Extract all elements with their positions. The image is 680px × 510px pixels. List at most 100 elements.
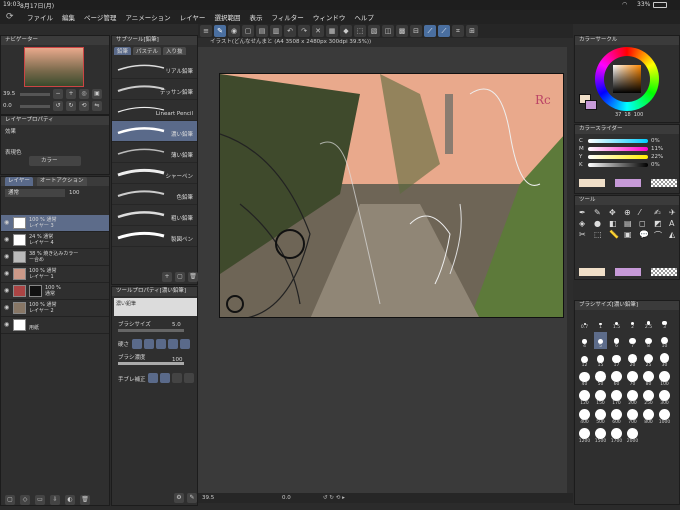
brush-size-option[interactable]: 8: [642, 332, 655, 349]
airbrush-icon[interactable]: ✈: [669, 208, 680, 217]
cmyk-row[interactable]: C 0%: [579, 137, 677, 145]
brush-size-option[interactable]: 70: [626, 370, 639, 387]
eraser-icon[interactable]: ◈: [579, 219, 592, 228]
brush-size-option[interactable]: 1500: [594, 427, 607, 444]
brush-tool-icon[interactable]: ✍: [654, 208, 667, 217]
show-selection-icon[interactable]: ▩: [396, 25, 408, 37]
eye-icon[interactable]: ◉: [4, 220, 10, 226]
brush-size-option[interactable]: 1000: [658, 408, 671, 425]
brush-size-option[interactable]: 100: [658, 370, 671, 387]
menu-icon[interactable]: ≡: [200, 25, 212, 37]
blend-mode-select[interactable]: 通常: [5, 189, 65, 197]
fill-tool-icon[interactable]: ◧: [609, 219, 622, 228]
reset-rotate-icon[interactable]: ⟲: [79, 101, 89, 111]
shape-tool-icon[interactable]: ◻: [639, 219, 652, 228]
lasso-icon[interactable]: ✂: [579, 230, 592, 241]
brush-size-option[interactable]: 17: [610, 351, 623, 368]
pen-tool-icon[interactable]: ✒: [579, 208, 592, 217]
stabilization-steps[interactable]: [148, 373, 194, 383]
menu-view[interactable]: 表示: [249, 12, 262, 22]
brush-item[interactable]: 製図ペン: [112, 226, 197, 247]
new-vector-layer-icon[interactable]: ◇: [20, 495, 30, 505]
eye-icon[interactable]: ◉: [4, 271, 10, 277]
brush-size-option[interactable]: 120: [578, 389, 591, 406]
canvas-scrollbar[interactable]: [567, 38, 573, 493]
invert-selection-icon[interactable]: ◫: [382, 25, 394, 37]
brush-item[interactable]: 粗い鉛筆: [112, 205, 197, 226]
eye-icon[interactable]: ◉: [4, 254, 10, 260]
brush-size-option[interactable]: 1700: [610, 427, 623, 444]
layer-row[interactable]: ◉ 用紙: [1, 317, 109, 334]
correction-icon[interactable]: ⌒: [654, 230, 667, 241]
brush-item[interactable]: デッサン鉛筆: [112, 79, 197, 100]
layer-row[interactable]: ◉ 24 % 通常 レイヤー 4: [1, 232, 109, 249]
display-icon[interactable]: ◉: [228, 25, 240, 37]
brush-size-option[interactable]: 300: [658, 389, 671, 406]
sub-color-swatch[interactable]: [585, 100, 597, 110]
app-logo-icon[interactable]: ⟳: [6, 12, 18, 22]
brush-size-option[interactable]: 1200: [578, 427, 591, 444]
blend-tool-icon[interactable]: ●: [594, 219, 607, 228]
fit-icon[interactable]: ◎: [79, 89, 89, 99]
brush-size-option[interactable]: 150: [594, 389, 607, 406]
frame-icon[interactable]: ▣: [624, 230, 637, 241]
brush-size-value[interactable]: 5.0: [172, 322, 181, 328]
special-ruler-snap-icon[interactable]: ⟋: [438, 25, 450, 37]
menu-selection[interactable]: 選択範囲: [214, 12, 240, 22]
transform-icon[interactable]: ⬚: [354, 25, 366, 37]
artwork-canvas[interactable]: Rc: [219, 73, 564, 318]
brush-item[interactable]: 薄い鉛筆: [112, 142, 197, 163]
ruler-tool-icon[interactable]: 📏: [609, 230, 622, 241]
canvas-zoom-value[interactable]: 39.5: [202, 495, 214, 501]
opacity-value[interactable]: 100: [69, 190, 80, 196]
layer-row[interactable]: ◉ 100 % 通常 レイヤー 3: [1, 215, 109, 232]
hue-ring[interactable]: [595, 47, 659, 111]
brush-size-option[interactable]: 4: [578, 332, 591, 349]
density-slider[interactable]: [118, 362, 184, 365]
eye-icon[interactable]: ◉: [4, 322, 10, 328]
layer-row[interactable]: ◉ 100 % 通常: [1, 283, 109, 300]
brush-size-option[interactable]: 50: [594, 370, 607, 387]
layer-row[interactable]: ◉ 100 % 通常 レイヤー 1: [1, 266, 109, 283]
brush-size-option[interactable]: 12: [578, 351, 591, 368]
brush-size-option[interactable]: 400: [578, 408, 591, 425]
brush-size-option[interactable]: 200: [626, 389, 639, 406]
menu-page[interactable]: ページ管理: [84, 12, 116, 22]
ruler-icon[interactable]: ⊞: [466, 25, 478, 37]
brush-size-option[interactable]: 1: [594, 313, 607, 330]
save-icon[interactable]: ▥: [270, 25, 282, 37]
tab-auto-action[interactable]: オートアクション: [36, 177, 87, 186]
selection-icon[interactable]: ⬚: [594, 230, 607, 241]
redo-icon[interactable]: ↷: [298, 25, 310, 37]
brush-size-option[interactable]: 2000: [626, 427, 639, 444]
tab-inout[interactable]: 入り抜: [163, 47, 186, 55]
tab-layer[interactable]: レイヤー: [5, 177, 33, 186]
brush-size-option[interactable]: 700: [626, 408, 639, 425]
object-icon[interactable]: ◭: [669, 230, 680, 241]
navigator-rotate-slider[interactable]: [20, 104, 50, 108]
cmyk-row[interactable]: Y 22%: [579, 153, 677, 161]
brush-size-option[interactable]: 6: [610, 332, 623, 349]
canvas-tab[interactable]: イラスト(どんなせんまと (A4 3508 x 2480px 300dpi 39…: [198, 38, 573, 47]
zoom-in-icon[interactable]: +: [66, 89, 76, 99]
rotate-left-icon[interactable]: ↺: [53, 101, 63, 111]
open-icon[interactable]: ▤: [256, 25, 268, 37]
gradient-icon[interactable]: ▤: [624, 219, 637, 228]
brush-size-option[interactable]: 25: [642, 351, 655, 368]
brush-size-option[interactable]: 10: [658, 332, 671, 349]
fill-icon[interactable]: ◆: [340, 25, 352, 37]
clear-outside-icon[interactable]: ▦: [326, 25, 338, 37]
zoom-out-icon[interactable]: −: [53, 89, 63, 99]
canvas-rotation-value[interactable]: 0.0: [282, 493, 291, 503]
brush-size-option[interactable]: 0.7: [578, 313, 591, 330]
brush-size-option[interactable]: 20: [626, 351, 639, 368]
menu-animation[interactable]: アニメーション: [125, 12, 170, 22]
brush-item[interactable]: 色鉛筆: [112, 184, 197, 205]
menu-file[interactable]: ファイル: [27, 12, 53, 22]
brush-size-slider[interactable]: [118, 329, 184, 332]
main-color-chip[interactable]: [579, 179, 605, 187]
duplicate-subtool-icon[interactable]: ▢: [175, 272, 185, 282]
text-tool-icon[interactable]: A: [669, 219, 680, 228]
brush-item[interactable]: Lineart Pencil: [112, 100, 197, 121]
brush-size-option[interactable]: 7: [626, 332, 639, 349]
